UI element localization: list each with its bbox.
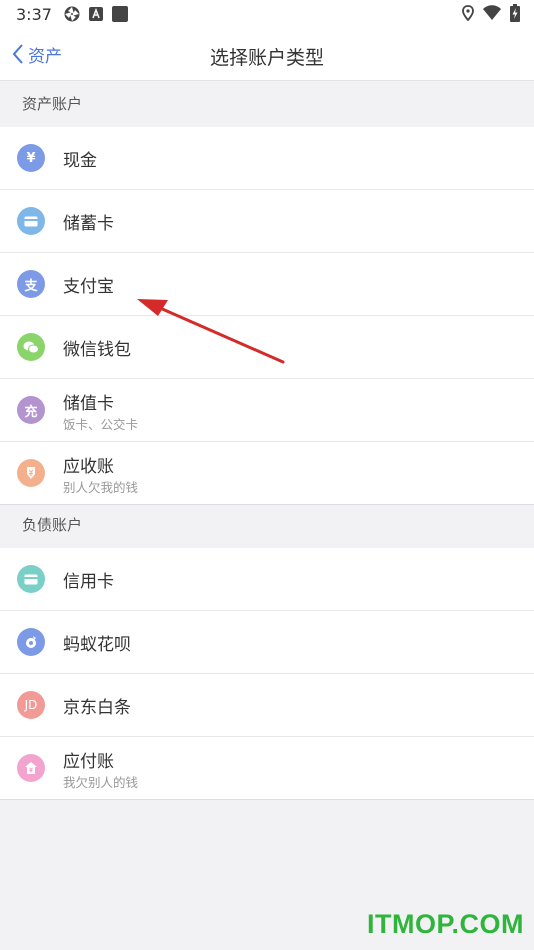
jd-icon: JD — [17, 691, 45, 719]
receivable-icon — [17, 459, 45, 487]
account-type-title: 现金 — [63, 151, 97, 171]
account-type-subtitle: 别人欠我的钱 — [63, 480, 139, 495]
section-header-liabilities: 负债账户 — [22, 516, 83, 534]
status-time: 3:37 — [16, 4, 52, 24]
account-type-title: 京东白条 — [63, 698, 131, 718]
account-type-title: 储值卡 — [63, 394, 114, 414]
huabei-icon — [17, 628, 45, 656]
account-type-alipay[interactable]: 支 支付宝 — [0, 253, 534, 316]
account-type-wechat-wallet[interactable]: 微信钱包 — [0, 316, 534, 379]
account-type-subtitle: 我欠别人的钱 — [63, 775, 139, 790]
credit-card-icon — [17, 565, 45, 593]
square-app-icon — [111, 6, 128, 22]
asset-account-list: ¥ 现金 储蓄卡 支 支付宝 微信钱包 充 储值卡 饭卡、公交卡 应收账 别人欠… — [0, 127, 534, 505]
account-type-huabei[interactable]: 蚂蚁花呗 — [0, 611, 534, 674]
location-icon — [462, 5, 474, 25]
yen-icon: ¥ — [17, 144, 45, 172]
account-type-jd-baitiao[interactable]: JD 京东白条 — [0, 674, 534, 737]
payable-icon — [17, 754, 45, 782]
wifi-icon — [483, 5, 501, 25]
nav-bar: 资产 选择账户类型 — [0, 28, 534, 81]
account-type-payable[interactable]: 应付账 我欠别人的钱 — [0, 737, 534, 800]
page-title: 选择账户类型 — [209, 47, 324, 69]
aperture-icon — [64, 6, 80, 22]
account-type-title: 信用卡 — [63, 572, 114, 592]
recharge-icon: 充 — [17, 396, 45, 424]
status-bar: 3:37 — [0, 0, 534, 28]
section-header-assets: 资产账户 — [22, 95, 83, 113]
watermark: ITMOP.COM — [366, 909, 524, 939]
account-type-title: 应收账 — [63, 457, 114, 477]
alipay-icon: 支 — [17, 270, 45, 298]
account-type-title: 蚂蚁花呗 — [63, 635, 131, 655]
account-type-receivable[interactable]: 应收账 别人欠我的钱 — [0, 442, 534, 505]
account-type-subtitle: 饭卡、公交卡 — [63, 417, 139, 432]
wechat-icon — [17, 333, 45, 361]
account-type-title: 应付账 — [63, 752, 114, 772]
account-type-title: 支付宝 — [63, 277, 114, 297]
battery-charging-icon — [510, 4, 520, 26]
account-type-stored-value-card[interactable]: 充 储值卡 饭卡、公交卡 — [0, 379, 534, 442]
account-type-credit-card[interactable]: 信用卡 — [0, 548, 534, 611]
card-icon — [17, 207, 45, 235]
text-a-icon — [88, 6, 104, 22]
account-type-debit-card[interactable]: 储蓄卡 — [0, 190, 534, 253]
account-type-title: 储蓄卡 — [63, 214, 114, 234]
liability-account-list: 信用卡 蚂蚁花呗 JD 京东白条 应付账 我欠别人的钱 — [0, 548, 534, 800]
account-type-cash[interactable]: ¥ 现金 — [0, 127, 534, 190]
account-type-title: 微信钱包 — [63, 340, 131, 360]
